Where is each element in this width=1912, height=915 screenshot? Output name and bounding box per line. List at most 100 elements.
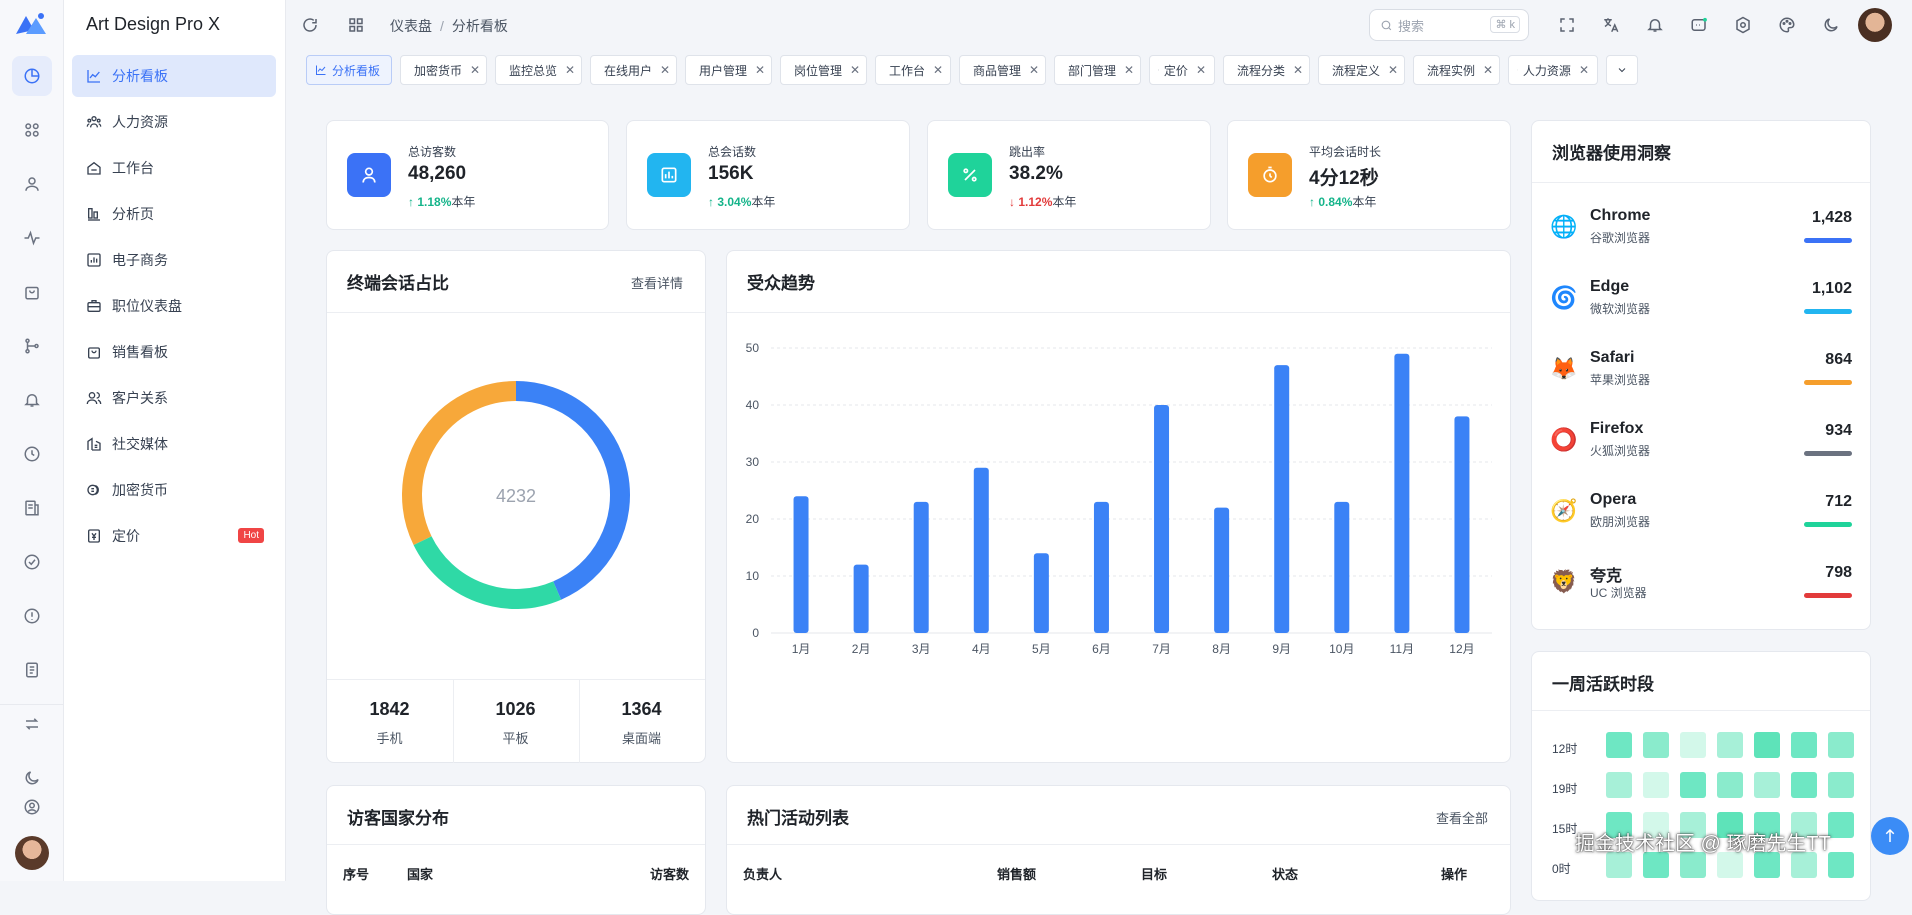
tab-department[interactable]: 部门管理✕ (1054, 55, 1141, 85)
close-icon[interactable]: ✕ (565, 63, 575, 77)
tab-flow-definition[interactable]: 流程定义✕ (1318, 55, 1405, 85)
close-icon[interactable]: ✕ (1124, 63, 1134, 77)
view-details-link[interactable]: 查看详情 (631, 273, 683, 292)
sidebar-item-crypto[interactable]: 加密货币 (72, 469, 276, 511)
browser-row-safari[interactable]: 🦊 Safari 苹果浏览器 864 (1550, 343, 1852, 399)
tab-post-management[interactable]: 岗位管理✕ (780, 55, 867, 85)
tab-flow-instance[interactable]: 流程实例✕ (1413, 55, 1500, 85)
close-icon[interactable]: ✕ (1388, 63, 1398, 77)
sidebar-item-pricing[interactable]: 定价Hot (72, 515, 276, 557)
stopwatch-icon (1248, 153, 1292, 197)
document-icon[interactable] (12, 488, 52, 528)
x-tick-label: 10月 (1329, 642, 1354, 656)
heatmap-cell (1606, 732, 1632, 758)
tab-product-management[interactable]: 商品管理✕ (959, 55, 1046, 85)
fullscreen-icon[interactable] (1555, 13, 1579, 37)
home-icon (86, 160, 102, 176)
tab-workbench[interactable]: 工作台✕ (875, 55, 951, 85)
avatar[interactable] (15, 836, 49, 870)
logo-icon (14, 10, 48, 38)
alert-icon[interactable] (12, 596, 52, 636)
browser-row-opera[interactable]: 🧭 Opera 欧朋浏览器 712 (1550, 485, 1852, 541)
breadcrumb-item[interactable]: 仪表盘 (390, 18, 432, 34)
close-icon[interactable]: ✕ (1196, 63, 1206, 77)
close-icon[interactable]: ✕ (1483, 63, 1493, 77)
sidebar-item-analysis[interactable]: 分析看板 (72, 55, 276, 97)
sidebar-item-crm[interactable]: 客户关系 (72, 377, 276, 419)
swap-icon[interactable] (12, 704, 52, 744)
stat-label: 总会话数 (708, 143, 756, 160)
profile-icon[interactable] (12, 787, 52, 827)
browser-row-firefox[interactable]: ⭕ Firefox 火狐浏览器 934 (1550, 414, 1852, 470)
sidebar-item-analysis-page[interactable]: 分析页 (72, 193, 276, 235)
sidebar-item-sales[interactable]: 销售看板 (72, 331, 276, 373)
chat-icon[interactable] (1687, 13, 1711, 37)
help-button[interactable] (1871, 817, 1909, 855)
refresh-icon[interactable] (298, 13, 322, 37)
bar (1094, 502, 1109, 633)
clock-icon[interactable] (12, 434, 52, 474)
tab-hr[interactable]: 人力资源✕ (1508, 55, 1598, 85)
breadcrumb-current: 分析看板 (452, 18, 508, 34)
user-avatar[interactable] (1858, 8, 1892, 42)
quark-icon: 🦁 (1550, 568, 1578, 596)
heatmap-cell (1828, 812, 1854, 838)
close-icon[interactable]: ✕ (755, 63, 765, 77)
close-icon[interactable]: ✕ (933, 63, 943, 77)
view-all-link[interactable]: 查看全部 (1436, 808, 1488, 827)
search-input[interactable]: 搜索 ⌘ k (1369, 9, 1529, 41)
palette-icon[interactable] (1775, 13, 1799, 37)
sidebar-item-hr[interactable]: 人力资源 (72, 101, 276, 143)
tab-analysis[interactable]: 分析看板 (306, 55, 392, 85)
close-icon[interactable]: ✕ (470, 63, 480, 77)
bar (1394, 354, 1409, 633)
sidebar-item-social[interactable]: 社交媒体 (72, 423, 276, 465)
bar (1214, 508, 1229, 633)
bar (914, 502, 929, 633)
tab-user-management[interactable]: 用户管理✕ (685, 55, 772, 85)
sidebar-item-ecommerce[interactable]: 电子商务 (72, 239, 276, 281)
sidebar-item-workbench[interactable]: 工作台 (72, 147, 276, 189)
tab-crypto[interactable]: 加密货币✕ (400, 55, 487, 85)
user-icon[interactable] (12, 164, 52, 204)
bell-icon[interactable] (12, 380, 52, 420)
close-icon[interactable]: ✕ (1293, 63, 1303, 77)
pulse-icon[interactable] (12, 218, 52, 258)
progress-bar (1804, 380, 1852, 385)
check-circle-icon[interactable] (12, 542, 52, 582)
browser-row-quark[interactable]: 🦁 夸克 UC 浏览器 798 (1550, 556, 1852, 612)
tab-monitor[interactable]: 监控总览✕ (495, 55, 582, 85)
file-icon[interactable] (12, 650, 52, 690)
bar (974, 468, 989, 633)
x-tick-label: 5月 (1032, 642, 1051, 656)
settings-icon[interactable] (1731, 13, 1755, 37)
close-icon[interactable]: ✕ (1029, 63, 1039, 77)
tab-more-button[interactable] (1606, 55, 1638, 85)
x-tick-label: 3月 (912, 642, 931, 656)
stat-value: 48,260 (408, 163, 466, 185)
branch-icon[interactable] (12, 326, 52, 366)
tab-online-users[interactable]: 在线用户✕ (590, 55, 677, 85)
bag-icon[interactable] (12, 272, 52, 312)
close-icon[interactable]: ✕ (660, 63, 670, 77)
apps-icon[interactable] (12, 110, 52, 150)
moon-icon[interactable] (1819, 13, 1843, 37)
bell-icon[interactable] (1643, 13, 1667, 37)
close-icon[interactable]: ✕ (1579, 63, 1589, 77)
tab-pricing[interactable]: 定价✕ (1149, 55, 1215, 85)
heatmap-row-label: 0时 (1552, 860, 1571, 877)
tab-flow-category[interactable]: 流程分类✕ (1223, 55, 1310, 85)
price-icon (86, 528, 102, 544)
browser-row-edge[interactable]: 🌀 Edge 微软浏览器 1,102 (1550, 272, 1852, 328)
stat-value: 38.2% (1009, 163, 1063, 185)
browser-row-chrome[interactable]: 🌐 Chrome 谷歌浏览器 1,428 (1550, 201, 1852, 257)
heatmap-cell (1828, 732, 1854, 758)
translate-icon[interactable] (1599, 13, 1623, 37)
close-icon[interactable]: ✕ (850, 63, 860, 77)
sidebar-item-job-dashboard[interactable]: 职位仪表盘 (72, 285, 276, 327)
country-distribution-card: 访客国家分布 序号 国家 访客数 (326, 785, 706, 915)
grid-icon[interactable] (344, 13, 368, 37)
progress-bar (1804, 238, 1852, 243)
browser-insights-card: 浏览器使用洞察 🌐 Chrome 谷歌浏览器 1,428 🌀 Edge 微软浏览… (1531, 120, 1871, 630)
dashboard-icon[interactable] (12, 56, 52, 96)
